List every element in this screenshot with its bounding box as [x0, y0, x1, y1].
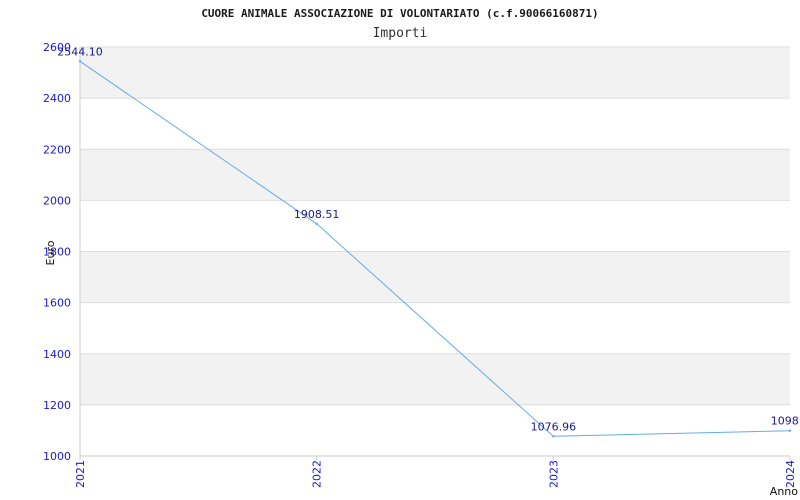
grid-band [80, 251, 790, 303]
y-tick-label: 1200 [43, 399, 71, 412]
grid-bands [80, 47, 790, 405]
data-point [788, 429, 792, 432]
y-tick-label: 1600 [43, 297, 71, 310]
chart-subtitle: Importi [373, 26, 428, 41]
y-tick-label: 2400 [43, 92, 71, 105]
x-tick-label: 2022 [311, 460, 324, 488]
grid-band [80, 47, 790, 99]
data-label: 1076.96 [531, 420, 577, 433]
x-axis-label: Anno [770, 485, 798, 498]
chart-title: CUORE ANIMALE ASSOCIAZIONE DI VOLONTARIA… [201, 7, 598, 20]
x-tick-label: 2024 [784, 460, 797, 488]
x-axis-ticks: 2021 2022 2023 2024 [74, 456, 797, 488]
y-tick-label: 2000 [43, 194, 71, 207]
y-tick-label: 1400 [43, 348, 71, 361]
y-tick-label: 1000 [43, 450, 71, 463]
y-axis-label: Euro [44, 240, 57, 265]
grid-band [80, 149, 790, 201]
grid-band [80, 353, 790, 405]
x-tick-label: 2021 [74, 460, 87, 488]
y-tick-label: 2200 [43, 143, 71, 156]
y-tick-label: 2600 [43, 41, 71, 54]
x-tick-label: 2023 [547, 460, 560, 488]
data-point [315, 222, 318, 225]
data-label: 1098.8 [771, 415, 800, 428]
line-chart: CUORE ANIMALE ASSOCIAZIONE DI VOLONTARIA… [43, 7, 800, 498]
data-point [552, 435, 555, 438]
data-point [78, 60, 82, 63]
data-label: 1908.51 [294, 208, 340, 221]
